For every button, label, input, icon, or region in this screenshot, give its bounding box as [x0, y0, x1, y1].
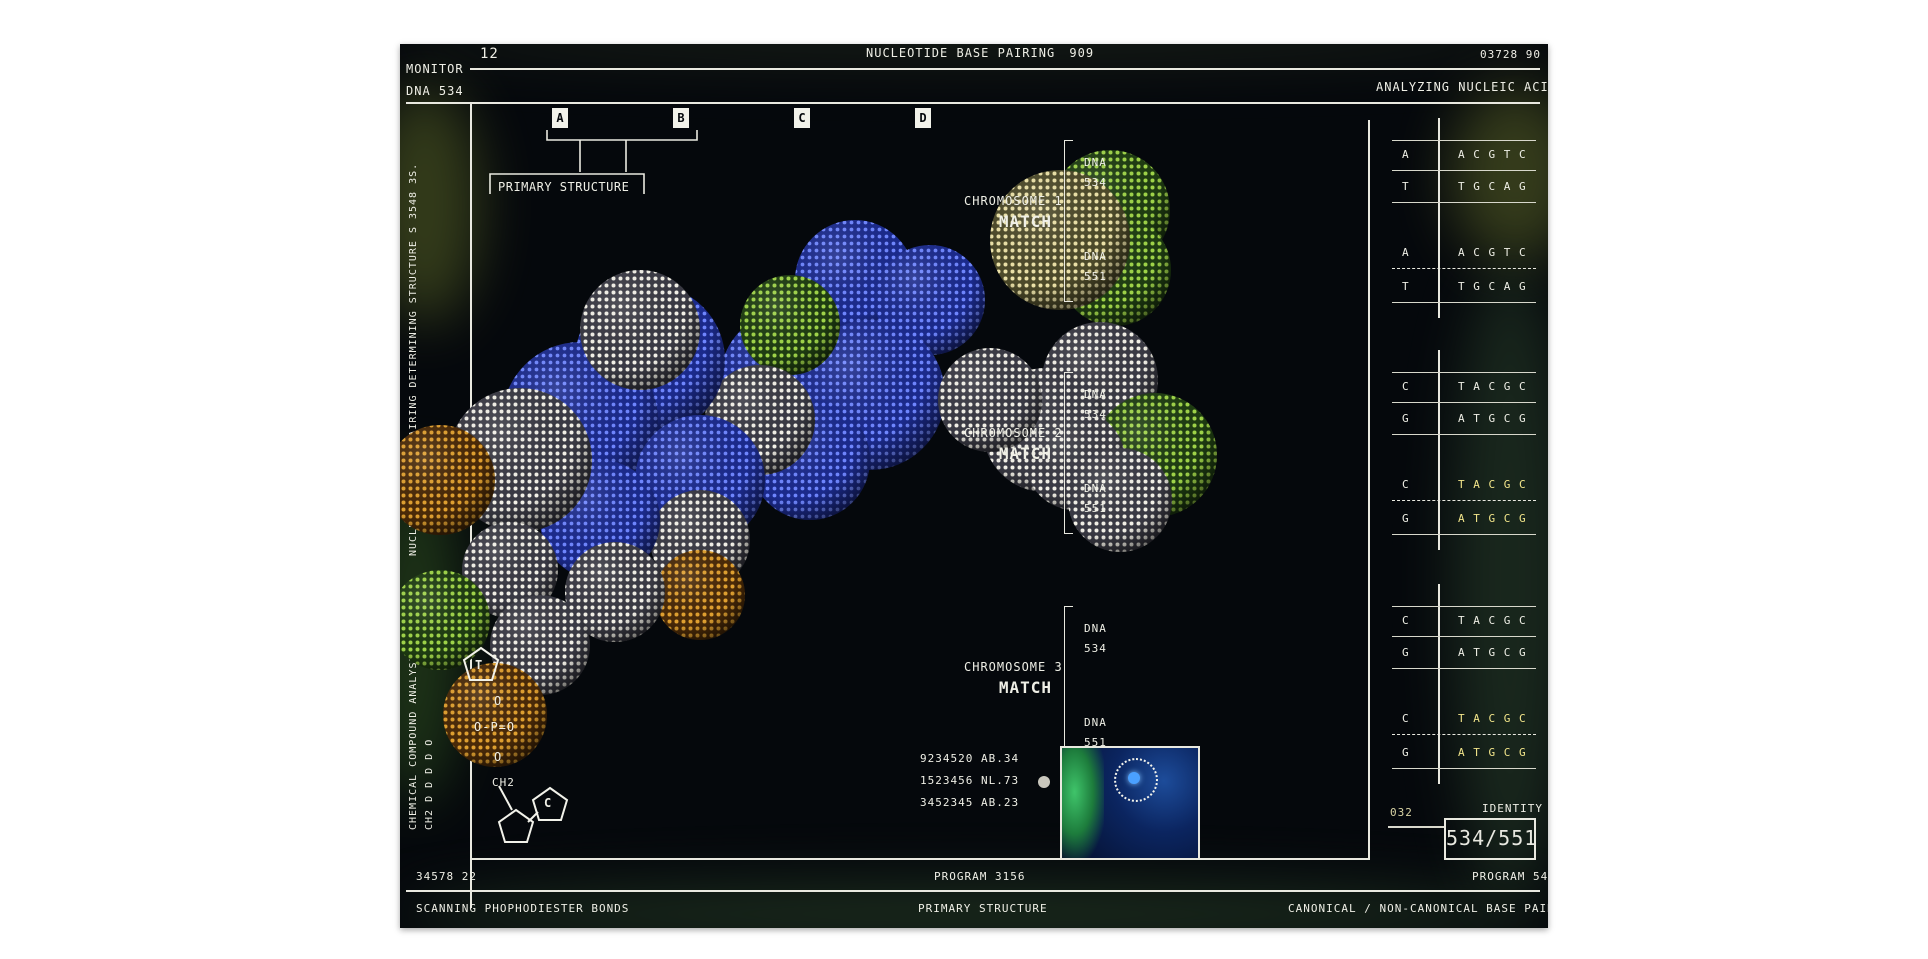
sequence-divider [1438, 350, 1440, 550]
base-sequence: T G C A G [1458, 280, 1527, 293]
base-sequence: T A C G C [1458, 478, 1527, 491]
base-sequence: A T G C G [1458, 746, 1527, 759]
chromosome-bracket [1064, 140, 1073, 302]
base-letter: C [1402, 712, 1410, 725]
identity-code: 032 [1390, 806, 1413, 819]
chromosome-label: CHROMOSOME 1 [964, 194, 1063, 208]
base-sequence: A C G T C [1458, 246, 1527, 259]
chromosome-match: MATCH [998, 444, 1052, 463]
formula-o-top: O [494, 694, 503, 708]
base-letter: C [1402, 478, 1410, 491]
base-sequence: A C G T C [1458, 148, 1527, 161]
readout-line-3: 3452345 AB.23 [920, 796, 1020, 809]
sugar-ring-icons [462, 646, 569, 843]
formula-o-bottom: O [494, 750, 503, 764]
sequence-rule [1392, 402, 1536, 403]
sequence-divider [1438, 118, 1440, 318]
base-sequence: A T G C G [1458, 646, 1527, 659]
dashed-rule [1392, 734, 1536, 735]
base-sequence: T A C G C [1458, 614, 1527, 627]
chromosome-label: CHROMOSOME 3 [964, 660, 1063, 674]
atom-shade [990, 170, 1130, 310]
sequence-rule [1392, 534, 1536, 535]
formula-o-p-o: O-P=O [474, 720, 516, 734]
formula-c: C [544, 796, 553, 810]
monitor-screen: MONITOR 12 DNA 534 NUCLEOTIDE BASE PAIRI… [400, 44, 1548, 928]
dashed-rule [1392, 500, 1536, 501]
base-sequence: T G C A G [1458, 180, 1527, 193]
chromosome-match: MATCH [998, 678, 1052, 697]
footer-canonical: CANONICAL / NON-CANONICAL BASE PAIRS [1288, 902, 1548, 915]
chromosome-bracket [1064, 606, 1073, 768]
base-letter: T [1402, 280, 1410, 293]
identity-rule [1388, 826, 1444, 828]
base-letter: G [1402, 412, 1410, 425]
dna-a-number: 534 [1084, 642, 1107, 655]
sequence-rule-top [1392, 606, 1536, 607]
sequence-rule [1392, 636, 1536, 637]
sequence-rule [1392, 202, 1536, 203]
readout-line-2: 1523456 NL.73 [920, 774, 1020, 787]
footer-program-center: PROGRAM 3156 [934, 870, 1026, 883]
chromosome-label: CHROMOSOME 2 [964, 426, 1063, 440]
target-dot [1128, 772, 1140, 784]
base-letter: A [1402, 148, 1410, 161]
readout-line-1: 9234520 AB.34 [920, 752, 1020, 765]
base-sequence: A T G C G [1458, 412, 1527, 425]
pentagon-base-icon [497, 808, 535, 843]
sequence-rule [1392, 170, 1536, 171]
footer-primary: PRIMARY STRUCTURE [918, 902, 1048, 915]
chromosome-match: MATCH [998, 212, 1052, 231]
sequence-rule-top [1392, 372, 1536, 373]
sequence-rule [1392, 434, 1536, 435]
base-sequence: T A C G C [1458, 380, 1527, 393]
base-letter: G [1402, 646, 1410, 659]
sequence-rule [1392, 302, 1536, 303]
dashed-rule [1392, 268, 1536, 269]
formula-ch2: CH2 [492, 776, 515, 789]
dna-a-number: 534 [1084, 408, 1107, 421]
base-letter: C [1402, 614, 1410, 627]
base-sequence: T A C G C [1458, 712, 1527, 725]
base-letter: A [1402, 246, 1410, 259]
sequence-rule-top [1392, 140, 1536, 141]
dna-a-label: DNA [1084, 622, 1107, 635]
footer-left-code: 34578 22 [416, 870, 477, 883]
footer-scanning: SCANNING PHOPHODIESTER BONDS [416, 902, 630, 915]
dna-a-label: DNA [1084, 388, 1107, 401]
sequence-divider [1438, 584, 1440, 784]
atom-shade [1068, 448, 1172, 552]
base-letter: C [1402, 380, 1410, 393]
dna-b-label: DNA [1084, 250, 1107, 263]
formula-t: T [475, 658, 484, 672]
identity-value: 534/551 [1444, 818, 1536, 860]
footer-program-right: PROGRAM 54 [1472, 870, 1548, 883]
base-letter: T [1402, 180, 1410, 193]
chromosome-bracket [1064, 372, 1073, 534]
dna-b-number: 551 [1084, 270, 1107, 283]
dna-a-label: DNA [1084, 156, 1107, 169]
dna-b-label: DNA [1084, 482, 1107, 495]
sequence-rule [1392, 768, 1536, 769]
thumbnail-green-band [1062, 748, 1104, 858]
dna-b-number: 551 [1084, 502, 1107, 515]
scan-thumbnail [1060, 746, 1200, 860]
dna-a-number: 534 [1084, 176, 1107, 189]
identity-label: IDENTITY [1482, 802, 1543, 815]
dna-b-label: DNA [1084, 716, 1107, 729]
sequence-rule [1392, 668, 1536, 669]
base-letter: G [1402, 746, 1410, 759]
readout-indicator [1038, 776, 1050, 788]
base-sequence: A T G C G [1458, 512, 1527, 525]
base-letter: G [1402, 512, 1410, 525]
